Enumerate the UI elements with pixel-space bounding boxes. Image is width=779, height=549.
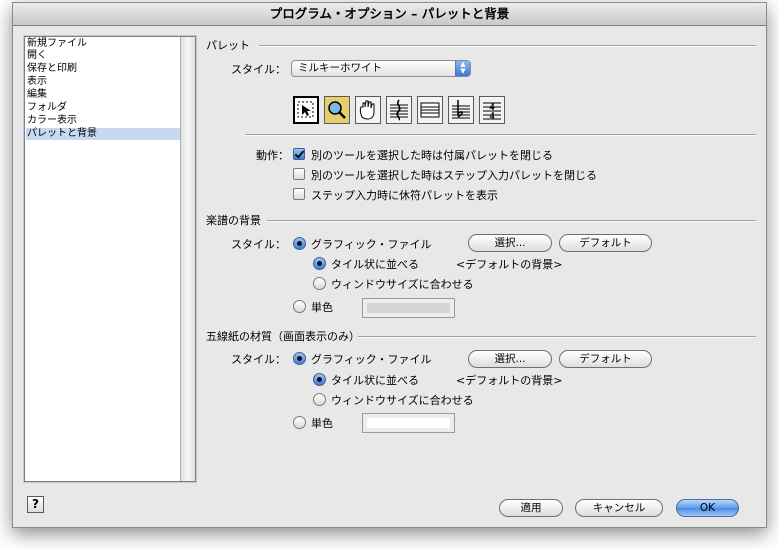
hand-tool-icon[interactable]: [355, 96, 381, 124]
close-step-input-palette-checkbox[interactable]: [293, 168, 305, 180]
paper-texture-file-name: <デフォルトの背景>: [456, 374, 563, 387]
palette-divider: [259, 45, 756, 47]
paper-texture-style-label: スタイル：: [231, 353, 286, 366]
sidebar-item-folders[interactable]: フォルダ: [26, 102, 181, 114]
sidebar-item-color-display[interactable]: カラー表示: [26, 115, 181, 127]
score-background-graphic-radio[interactable]: [293, 237, 306, 250]
show-rest-palette-checkbox[interactable]: [293, 188, 305, 200]
close-attached-palette-checkbox[interactable]: [293, 148, 305, 160]
sidebar-scrollbar[interactable]: [180, 37, 195, 481]
sidebar-item-open[interactable]: 開く: [26, 50, 181, 62]
behavior-divider: [245, 134, 756, 136]
paper-texture-solid-label: 単色: [311, 417, 333, 430]
palette-style-label: スタイル：: [231, 63, 286, 76]
paper-texture-graphic-label: グラフィック・ファイル: [311, 353, 432, 366]
paper-texture-fit-radio[interactable]: [313, 393, 326, 406]
cancel-button[interactable]: キャンセル: [575, 499, 663, 517]
sidebar-item-new-file[interactable]: 新規ファイル: [26, 38, 181, 50]
behavior-label: 動作：: [256, 149, 289, 162]
staff-tool-icon[interactable]: [386, 96, 412, 124]
paper-texture-fit-label: ウィンドウサイズに合わせる: [331, 394, 474, 407]
palette-section-label: パレット: [206, 39, 250, 52]
paper-texture-select-button[interactable]: 選択...: [468, 350, 552, 368]
score-background-tile-radio[interactable]: [313, 257, 326, 270]
score-background-fit-label: ウィンドウサイズに合わせる: [331, 278, 474, 291]
score-background-tile-label: タイル状に並べる: [331, 258, 419, 271]
key-signature-tool-icon[interactable]: [448, 96, 474, 124]
window-title: プログラム・オプション – パレットと背景: [13, 3, 766, 26]
popup-arrows-icon: ▲ ▼: [455, 61, 470, 76]
paper-texture-graphic-radio[interactable]: [293, 352, 306, 365]
score-background-default-button[interactable]: デフォルト: [559, 234, 652, 252]
score-background-solid-label: 単色: [311, 301, 333, 314]
close-attached-palette-label: 別のツールを選択した時は付属パレットを閉じる: [311, 149, 553, 162]
measure-tool-icon[interactable]: [417, 96, 443, 124]
category-list[interactable]: 新規ファイル 開く 保存と印刷 表示 編集 フォルダ カラー表示 パレットと背景: [23, 35, 197, 483]
ok-button[interactable]: OK: [676, 499, 739, 517]
score-background-section-label: 楽譜の背景: [206, 214, 261, 227]
paper-texture-color-swatch[interactable]: [362, 413, 455, 433]
paper-texture-section-label: 五線紙の材質（画面表示のみ）: [206, 330, 360, 343]
sidebar-item-save-print[interactable]: 保存と印刷: [26, 63, 181, 75]
score-background-divider: [267, 220, 756, 222]
paper-texture-divider: [358, 336, 756, 338]
paper-texture-solid-radio[interactable]: [293, 416, 306, 429]
palette-style-value: ミルキーホワイト: [298, 62, 382, 74]
score-background-color-fill: [367, 303, 450, 313]
score-background-color-swatch[interactable]: [362, 298, 455, 318]
svg-text:4: 4: [490, 111, 495, 122]
score-background-style-label: スタイル：: [231, 238, 286, 251]
score-background-solid-radio[interactable]: [293, 300, 306, 313]
help-button[interactable]: ?: [27, 496, 44, 513]
score-background-fit-radio[interactable]: [313, 277, 326, 290]
score-background-graphic-label: グラフィック・ファイル: [311, 238, 432, 251]
tool-palette-preview: 44: [293, 96, 515, 126]
paper-texture-default-button[interactable]: デフォルト: [559, 350, 652, 368]
sidebar-item-palettes-background[interactable]: パレットと背景: [26, 128, 181, 140]
sidebar-item-edit[interactable]: 編集: [26, 89, 181, 101]
preferences-dialog: プログラム・オプション – パレットと背景 新規ファイル 開く 保存と印刷 表示…: [12, 2, 767, 528]
paper-texture-tile-radio[interactable]: [313, 373, 326, 386]
paper-texture-tile-label: タイル状に並べる: [331, 374, 419, 387]
apply-button[interactable]: 適用: [499, 499, 563, 517]
selection-tool-icon[interactable]: [293, 96, 319, 124]
score-background-file-name: <デフォルトの背景>: [456, 258, 563, 271]
score-background-select-button[interactable]: 選択...: [468, 234, 552, 252]
zoom-tool-icon[interactable]: [324, 96, 350, 124]
palette-style-popup[interactable]: ミルキーホワイト ▲ ▼: [291, 60, 471, 77]
paper-texture-color-fill: [367, 418, 450, 428]
close-step-input-palette-label: 別のツールを選択した時はステップ入力パレットを閉じる: [311, 169, 597, 182]
time-signature-tool-icon[interactable]: 44: [479, 96, 505, 124]
show-rest-palette-label: ステップ入力時に休符パレットを表示: [311, 189, 498, 202]
dialog-content: 新規ファイル 開く 保存と印刷 表示 編集 フォルダ カラー表示 パレットと背景…: [13, 26, 766, 527]
sidebar-item-view[interactable]: 表示: [26, 76, 181, 88]
